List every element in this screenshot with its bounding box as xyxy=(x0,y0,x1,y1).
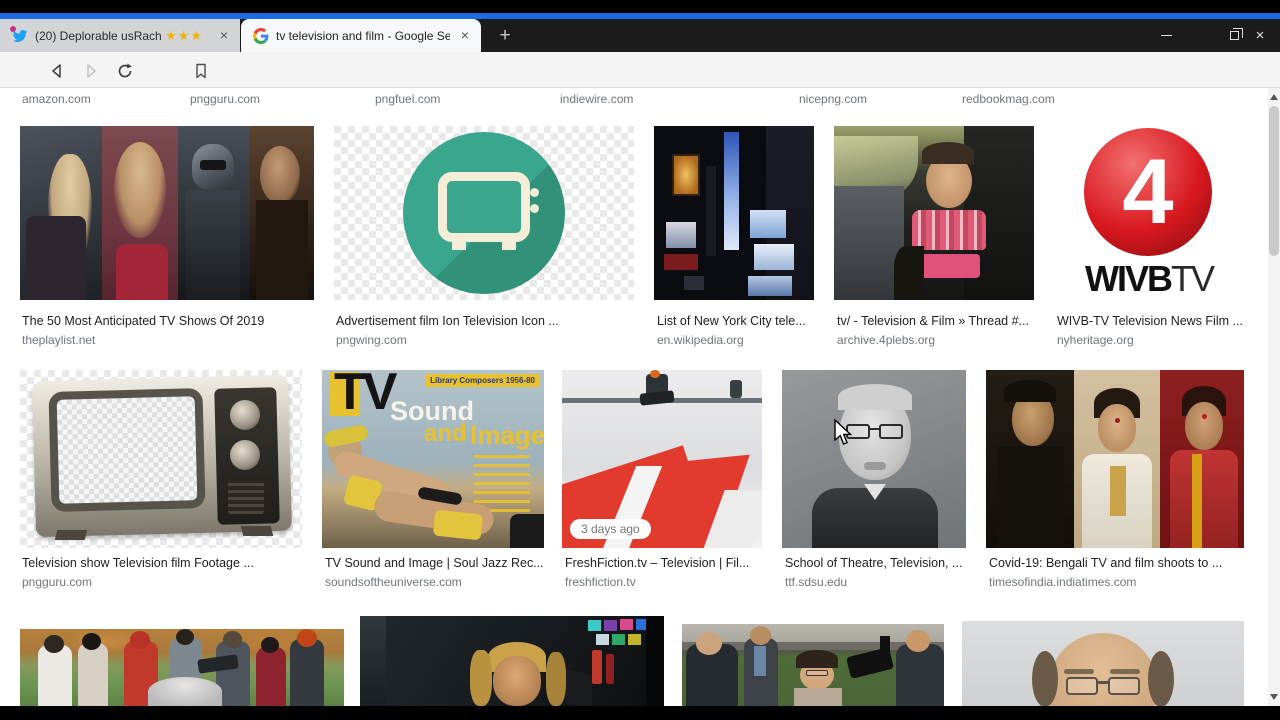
result-domain: pngwing.com xyxy=(336,333,407,347)
result-image-row3-3[interactable] xyxy=(682,624,944,706)
restore-button[interactable] xyxy=(1220,25,1248,45)
tab-close-icon[interactable]: × xyxy=(216,27,232,44)
scroll-down-arrow[interactable] xyxy=(1270,694,1278,700)
notification-dot xyxy=(10,25,16,32)
result-domain: nyheritage.org xyxy=(1057,333,1134,347)
new-tab-button[interactable]: + xyxy=(492,23,518,49)
result-domain: ttf.sdsu.edu xyxy=(785,575,848,589)
wivb-brand: WIVBTV xyxy=(1084,258,1215,299)
scrollbar-thumb[interactable] xyxy=(1269,106,1279,256)
result-image-pngwing[interactable] xyxy=(334,126,634,300)
result-domain: indiewire.com xyxy=(560,92,634,106)
minimize-icon xyxy=(1160,34,1172,36)
scroll-up-arrow[interactable] xyxy=(1270,94,1278,100)
result-domain: archive.4plebs.org xyxy=(837,333,936,347)
result-title[interactable]: tv/ - Television & Film » Thread #... xyxy=(837,314,1035,328)
twitter-icon xyxy=(10,25,28,44)
tab-close-icon[interactable]: × xyxy=(457,27,473,44)
result-image-sdsu[interactable] xyxy=(782,370,966,548)
result-image-row3-4[interactable] xyxy=(962,621,1244,706)
result-image-row3-2[interactable] xyxy=(360,616,664,706)
cover-image: Image xyxy=(470,420,544,450)
result-age-badge: 3 days ago xyxy=(570,519,651,539)
result-domain: soundsoftheuniverse.com xyxy=(325,575,462,589)
result-title[interactable]: Advertisement film Ion Television Icon .… xyxy=(336,314,634,328)
result-title[interactable]: WIVB-TV Television News Film ... xyxy=(1057,314,1245,328)
result-domain: pngguru.com xyxy=(22,575,93,589)
cover-box: Library Composers 1956-80 xyxy=(425,374,540,387)
tab-title: tv television and film - Google Sea xyxy=(276,28,450,43)
cover-tv: TV xyxy=(334,370,397,421)
stars-glyph: ★★★ xyxy=(165,27,204,43)
result-domain: pngfuel.com xyxy=(375,92,441,106)
refresh-button[interactable] xyxy=(116,62,134,80)
toolbar: google.com/search?q=tv+television+and+fi… xyxy=(0,52,1280,135)
mouse-cursor xyxy=(833,418,853,452)
result-image-soundsoftheuniverse[interactable]: TV Sound and Image Library Composers 195… xyxy=(322,370,544,548)
result-title[interactable]: Television show Television film Footage … xyxy=(22,556,302,570)
result-domain: amazon.com xyxy=(22,92,91,106)
window-close-button[interactable]: × xyxy=(1246,25,1274,45)
result-image-wikipedia[interactable] xyxy=(654,126,814,300)
letterbox-bottom xyxy=(0,706,1280,720)
google-favicon xyxy=(253,27,269,44)
result-domain: theplaylist.net xyxy=(22,333,96,347)
tab-google-search[interactable]: tv television and film - Google Sea × xyxy=(241,19,481,52)
result-title[interactable]: FreshFiction.tv – Television | Fil... xyxy=(565,556,763,570)
result-domain: pngguru.com xyxy=(190,92,261,106)
tab-strip: (20) Deplorable usRach ★★★ × tv televisi… xyxy=(0,19,1280,52)
result-title[interactable]: List of New York City tele... xyxy=(657,314,815,328)
result-image-pngguru[interactable] xyxy=(20,370,302,548)
back-button[interactable] xyxy=(48,62,66,80)
result-image-row3-1[interactable] xyxy=(20,629,344,706)
minimize-button[interactable] xyxy=(1152,25,1180,45)
result-title[interactable]: School of Theatre, Television, ... xyxy=(785,556,967,570)
result-domain: en.wikipedia.org xyxy=(657,333,744,347)
restore-icon xyxy=(1229,27,1243,40)
cover-and: and xyxy=(424,420,467,447)
tab-title: (20) Deplorable usRach ★★★ xyxy=(35,27,204,43)
result-domain: freshfiction.tv xyxy=(565,575,636,589)
result-image-4plebs[interactable] xyxy=(834,126,1034,300)
result-domain: timesofindia.indiatimes.com xyxy=(989,575,1137,589)
search-results: amazon.com pngguru.com pngfuel.com indie… xyxy=(0,88,1280,706)
tab-twitter[interactable]: (20) Deplorable usRach ★★★ × xyxy=(0,19,240,52)
result-image-theplaylist[interactable] xyxy=(20,126,314,300)
result-domain: redbookmag.com xyxy=(962,92,1055,106)
result-image-freshfiction[interactable]: 3 days ago xyxy=(562,370,762,548)
result-image-timesofindia[interactable] xyxy=(986,370,1244,548)
result-title[interactable]: Covid-19: Bengali TV and film shoots to … xyxy=(989,556,1245,570)
result-title[interactable]: The 50 Most Anticipated TV Shows Of 2019 xyxy=(22,314,314,328)
bookmark-icon[interactable] xyxy=(192,62,210,80)
scrollbar[interactable] xyxy=(1268,88,1280,706)
browser-window: (20) Deplorable usRach ★★★ × tv televisi… xyxy=(0,0,1280,720)
letterbox-top xyxy=(0,0,1280,13)
result-image-nyheritage[interactable]: 4 WIVBTV xyxy=(1054,126,1244,300)
wivb-number: 4 xyxy=(1122,140,1174,243)
result-domain: nicepng.com xyxy=(799,92,868,106)
forward-button[interactable] xyxy=(82,62,100,80)
result-title[interactable]: TV Sound and Image | Soul Jazz Rec... xyxy=(325,556,545,570)
